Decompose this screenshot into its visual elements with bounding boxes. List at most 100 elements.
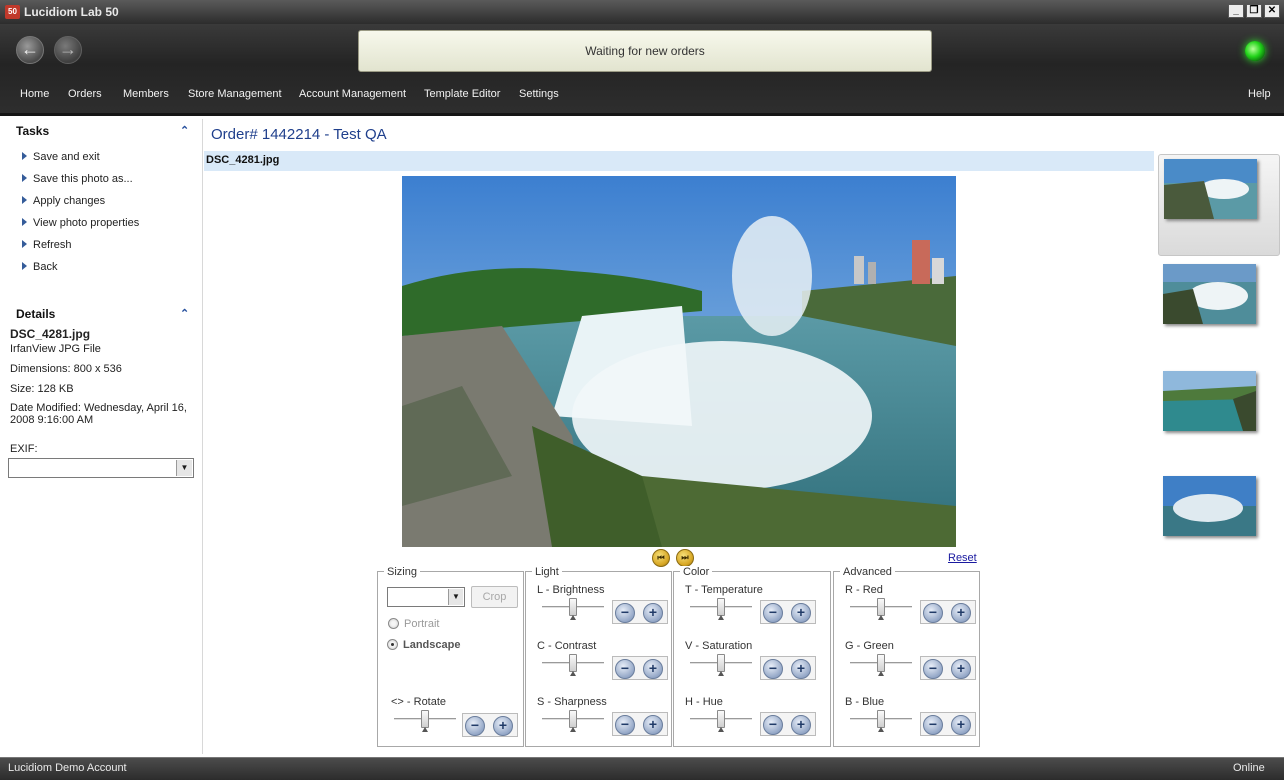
green-plus-button[interactable]: + — [951, 659, 971, 679]
contrast-minus-button[interactable]: − — [615, 659, 635, 679]
status-bar: Lucidiom Demo Account Online — [0, 757, 1284, 780]
task-save-and-exit[interactable]: Save and exit — [22, 151, 100, 163]
menu-members[interactable]: Members — [123, 88, 169, 100]
chevron-down-icon[interactable]: ▼ — [448, 589, 463, 605]
temperature-minus-button[interactable]: − — [763, 603, 783, 623]
thumbnail-2[interactable] — [1158, 260, 1280, 362]
landscape-label: Landscape — [403, 639, 461, 651]
portrait-radio[interactable] — [388, 618, 399, 629]
green-minus-button[interactable]: − — [923, 659, 943, 679]
detail-dimensions: Dimensions: 800 x 536 — [10, 363, 122, 375]
forward-arrow-icon[interactable]: → — [54, 36, 82, 64]
temperature-slider[interactable] — [690, 598, 752, 620]
hue-minus-button[interactable]: − — [763, 715, 783, 735]
red-plus-button[interactable]: + — [951, 603, 971, 623]
contrast-label: C - Contrast — [537, 640, 597, 652]
green-label: G - Green — [845, 640, 894, 652]
sharpness-minus-button[interactable]: − — [615, 715, 635, 735]
rotate-plus-button[interactable]: + — [493, 716, 513, 736]
order-title: Order# 1442214 - Test QA — [211, 126, 387, 143]
crop-button[interactable]: Crop — [471, 586, 518, 608]
exif-label: EXIF: — [10, 443, 38, 455]
red-label: R - Red — [845, 584, 883, 596]
menu-settings[interactable]: Settings — [519, 88, 559, 100]
brightness-minus-button[interactable]: − — [615, 603, 635, 623]
blue-stepper: − + — [920, 712, 976, 736]
main-menu: Home Orders Members Store Management Acc… — [0, 86, 1284, 106]
size-select[interactable]: ▼ — [387, 587, 465, 607]
thumbnail-image — [1163, 264, 1256, 324]
task-save-photo-as[interactable]: Save this photo as... — [22, 173, 133, 185]
menu-help[interactable]: Help — [1248, 88, 1271, 100]
detail-size: Size: 128 KB — [10, 383, 74, 395]
restore-button[interactable]: ❐ — [1246, 4, 1262, 18]
brightness-slider[interactable] — [542, 598, 604, 620]
brightness-plus-button[interactable]: + — [643, 603, 663, 623]
collapse-details-icon[interactable]: ⌃ — [180, 307, 192, 320]
main-toolbar: ← → Waiting for new orders Home Orders M… — [0, 24, 1284, 116]
menu-store-management[interactable]: Store Management — [188, 88, 282, 100]
menu-template-editor[interactable]: Template Editor — [424, 88, 500, 100]
saturation-label: V - Saturation — [685, 640, 753, 652]
next-photo-icon[interactable]: ⏭ — [676, 549, 694, 567]
saturation-minus-button[interactable]: − — [763, 659, 783, 679]
hue-plus-button[interactable]: + — [791, 715, 811, 735]
hue-slider[interactable] — [690, 710, 752, 732]
brightness-stepper: − + — [612, 600, 668, 624]
task-refresh[interactable]: Refresh — [22, 239, 72, 251]
chevron-down-icon[interactable]: ▼ — [176, 460, 192, 476]
advanced-group: Advanced R - Red − + G - Green − + B - B… — [833, 566, 980, 747]
landscape-radio[interactable] — [387, 639, 398, 650]
triangle-right-icon — [22, 174, 27, 182]
sharpness-label: S - Sharpness — [537, 696, 607, 708]
menu-home[interactable]: Home — [20, 88, 49, 100]
exif-select[interactable]: ▼ — [8, 458, 194, 478]
temperature-plus-button[interactable]: + — [791, 603, 811, 623]
task-back[interactable]: Back — [22, 261, 57, 273]
saturation-slider[interactable] — [690, 654, 752, 676]
photo-preview[interactable] — [402, 176, 956, 547]
color-group: Color T - Temperature − + V - Saturation… — [673, 566, 831, 747]
reset-link[interactable]: Reset — [948, 552, 977, 564]
advanced-title: Advanced — [840, 566, 895, 578]
saturation-plus-button[interactable]: + — [791, 659, 811, 679]
light-title: Light — [532, 566, 562, 578]
task-apply-changes[interactable]: Apply changes — [22, 195, 105, 207]
detail-file-type: IrfanView JPG File — [10, 343, 101, 355]
close-button[interactable]: ✕ — [1264, 4, 1280, 18]
brightness-label: L - Brightness — [537, 584, 605, 596]
menu-orders[interactable]: Orders — [68, 88, 102, 100]
order-status-message: Waiting for new orders — [358, 30, 932, 72]
contrast-slider[interactable] — [542, 654, 604, 676]
sharpness-slider[interactable] — [542, 710, 604, 732]
collapse-tasks-icon[interactable]: ⌃ — [180, 124, 192, 137]
sharpness-plus-button[interactable]: + — [643, 715, 663, 735]
back-arrow-icon[interactable]: ← — [16, 36, 44, 64]
thumbnail-3[interactable] — [1158, 367, 1280, 469]
contrast-plus-button[interactable]: + — [643, 659, 663, 679]
light-group: Light L - Brightness − + C - Contrast − … — [525, 566, 672, 747]
thumbnail-4[interactable] — [1158, 472, 1280, 574]
blue-minus-button[interactable]: − — [923, 715, 943, 735]
hue-label: H - Hue — [685, 696, 723, 708]
thumbnail-image — [1163, 476, 1256, 536]
red-slider[interactable] — [850, 598, 912, 620]
hue-stepper: − + — [760, 712, 816, 736]
rotate-label: <> - Rotate — [391, 696, 447, 708]
blue-plus-button[interactable]: + — [951, 715, 971, 735]
sizing-title: Sizing — [384, 566, 420, 578]
connection-status: Online — [1233, 762, 1265, 774]
red-minus-button[interactable]: − — [923, 603, 943, 623]
app-logo-icon: 50 — [5, 5, 20, 19]
blue-slider[interactable] — [850, 710, 912, 732]
thumbnail-1[interactable] — [1158, 154, 1280, 256]
menu-account-management[interactable]: Account Management — [299, 88, 406, 100]
rotate-slider[interactable] — [394, 710, 456, 732]
rotate-minus-button[interactable]: − — [465, 716, 485, 736]
green-slider[interactable] — [850, 654, 912, 676]
prev-photo-icon[interactable]: ⏮ — [652, 549, 670, 567]
minimize-button[interactable]: _ — [1228, 4, 1244, 18]
task-view-photo-properties[interactable]: View photo properties — [22, 217, 139, 229]
green-stepper: − + — [920, 656, 976, 680]
saturation-stepper: − + — [760, 656, 816, 680]
